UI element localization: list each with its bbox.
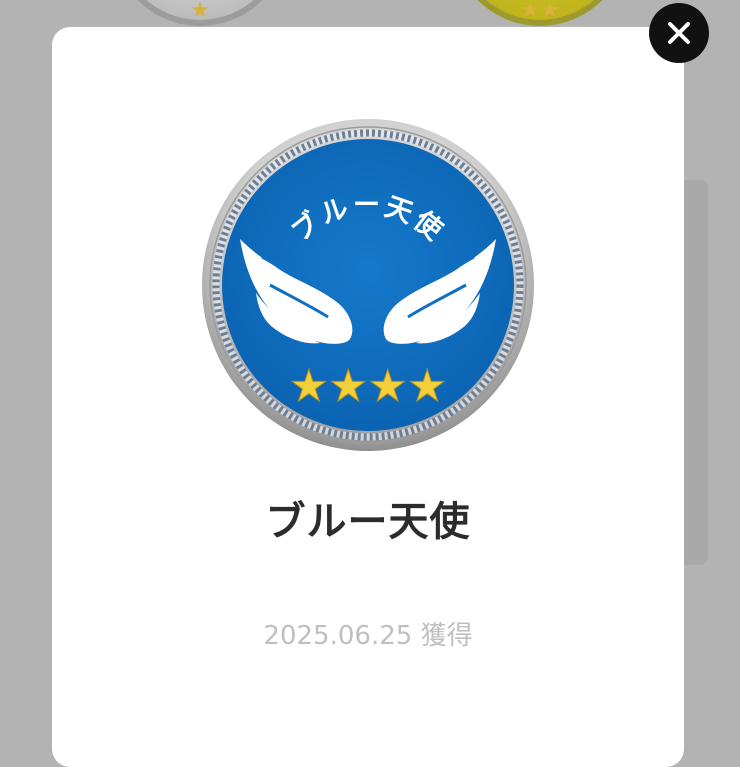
badge-title: ブルー天使 [265,499,471,545]
badge-medal: ブルー天使 ★★★★ [200,117,536,453]
background-panel [684,180,708,565]
medal-stars: ★★★★ [289,361,447,412]
background-medal-silver: ★ [112,0,288,26]
acquired-info: 2025.06.25 獲得 [52,615,684,652]
background-medal-stars: ★★ [520,0,560,23]
background-medal-yellow: ★★ [452,0,628,26]
acquired-date: 2025.06.25 [263,621,413,651]
medal-graphic: ブルー天使 ★★★★ [202,119,534,451]
badge-detail-modal: ブルー天使 ★★★★ ブルー天使 2025.06.25 獲得 [52,27,684,767]
close-icon [668,22,690,44]
background-medal-stars: ★ [190,0,210,23]
acquired-label: 獲得 [420,621,473,651]
close-button[interactable] [649,3,709,63]
